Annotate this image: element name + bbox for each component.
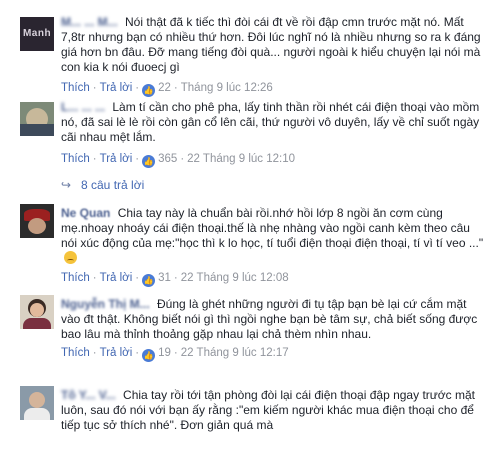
timestamp[interactable]: 22 Tháng 9 lúc 12:17 [181,347,289,359]
comment-meta: Thích · Trả lời · 👍 22 · Tháng 9 lúc 12:26 [61,82,273,97]
reply-link[interactable]: Trả lời [100,82,133,94]
comment-author[interactable]: L... ... ... [61,100,105,114]
like-link[interactable]: Thích [61,82,90,94]
comment-author[interactable]: Tô Y... V... [61,388,116,402]
reply-link[interactable]: Trả lời [100,153,133,165]
avatar[interactable] [20,204,54,238]
sad-face-icon [64,251,77,264]
timestamp[interactable]: 22 Tháng 9 lúc 12:08 [181,272,289,284]
like-link[interactable]: Thích [61,153,90,165]
timestamp[interactable]: Tháng 9 lúc 12:26 [181,82,273,94]
timestamp[interactable]: 22 Tháng 9 lúc 12:10 [187,153,295,165]
reaction-count[interactable]: 365 [158,153,177,165]
avatar[interactable]: Manh [20,17,54,51]
view-replies-link[interactable]: ↪ 8 câu trả lời [61,178,144,192]
comment-author[interactable]: Ne Quan [61,206,110,220]
comment-meta: Thích · Trả lời · 👍 19 · 22 Tháng 9 lúc 12:17 [61,347,289,362]
thumbs-up-icon: 👍 [142,155,156,168]
reply-link[interactable]: Trả lời [100,347,133,359]
thumbs-up-icon: 👍 [142,274,156,287]
comment-author[interactable]: Nguyễn Thị M... [61,297,150,311]
like-link[interactable]: Thích [61,272,90,284]
avatar[interactable] [20,102,54,136]
comment-meta: Thích · Trả lời · 👍 31 · 22 Tháng 9 lúc 12:08 [61,272,289,287]
reaction-count[interactable]: 19 [158,347,171,359]
comment-meta: Thích · Trả lời · 👍 365 · 22 Tháng 9 lúc 12:10 [61,153,296,168]
like-link[interactable]: Thích [61,347,90,359]
reaction-count[interactable]: 22 [158,82,171,94]
avatar[interactable] [20,386,54,420]
reply-link[interactable]: Trả lời [100,272,133,284]
comment-text: Làm tí cần cho phê pha, lấy tinh thần rồ… [61,100,480,144]
reply-arrow-icon: ↪ [61,178,72,192]
replies-count[interactable]: 8 câu trả lời [81,178,144,192]
thumbs-up-icon: 👍 [142,349,156,362]
comment-author[interactable]: M... ... M... [61,15,118,29]
comment-text: Chia tay rồi tới tận phòng đòi lại cái đ… [61,388,476,432]
comment-text: Chia tay này là chuẩn bài rồi.nhớ hồi lớ… [61,206,484,250]
reaction-count[interactable]: 31 [158,272,171,284]
avatar[interactable] [20,295,54,329]
avatar-text: Manh [22,28,52,39]
thumbs-up-icon: 👍 [142,84,156,97]
comment-text: Nói thật đã k tiếc thì đòi cái đt về rồi… [61,15,481,74]
